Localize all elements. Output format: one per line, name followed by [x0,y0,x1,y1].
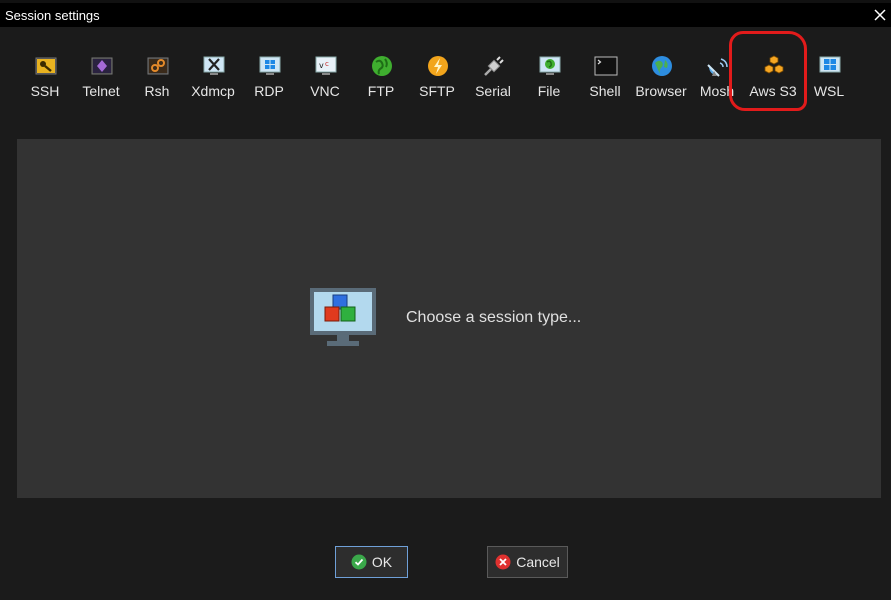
mosh-satellite-icon [707,58,728,77]
shell-terminal-icon [594,56,618,76]
ftp-globe-icon [372,56,392,76]
serial-plug-icon [484,56,504,76]
session-type-ftp[interactable]: FTP [353,49,409,103]
telnet-icon [91,57,113,75]
session-type-ssh[interactable]: SSH [17,49,73,103]
session-type-sftp[interactable]: SFTP [409,49,465,103]
ssh-key-icon [35,57,57,75]
ok-button-label: OK [371,554,393,570]
session-type-xdmcp[interactable]: Xdmcp [185,49,241,103]
session-type-rsh[interactable]: Rsh [129,49,185,103]
cancel-button[interactable]: Cancel [487,546,568,578]
ok-button[interactable]: OK [335,546,408,578]
session-type-aws-s3[interactable]: Aws S3 [745,49,801,103]
svg-text:c: c [325,60,329,68]
check-icon [351,554,367,570]
vnc-icon: v c [315,56,337,75]
window-title: Session settings [5,8,100,23]
close-button[interactable] [869,3,891,27]
cancel-button-label: Cancel [516,554,560,570]
browser-globe-icon [652,56,672,76]
file-icon [539,56,561,75]
rsh-icon [147,57,169,75]
session-monitor-cubes-icon [310,288,376,346]
session-details-panel: Choose a session type... [17,139,881,498]
sftp-icon [428,56,448,76]
session-type-vnc[interactable]: v c VNC [297,49,353,103]
session-type-file[interactable]: File [521,49,577,103]
xdmcp-icon [203,56,225,75]
session-type-shell[interactable]: Shell [577,49,633,103]
aws-s3-cubes-icon [764,55,784,74]
session-type-toolbar: SSH Telnet Rsh Xdmcp RDP v c VNC FTP SFT… [0,27,891,117]
svg-text:v: v [319,61,324,70]
session-type-telnet[interactable]: Telnet [73,49,129,103]
title-bar: Session settings [0,3,891,27]
session-type-rdp[interactable]: RDP [241,49,297,103]
session-type-serial[interactable]: Serial [465,49,521,103]
choose-session-prompt: Choose a session type... [406,309,582,326]
session-type-browser[interactable]: Browser [633,49,689,103]
session-type-mosh[interactable]: Mosh [689,49,745,103]
wsl-windows-icon [819,56,841,73]
session-type-wsl-label: WSL [813,83,845,99]
rdp-icon [259,56,281,75]
session-type-wsl[interactable]: WSL [801,49,857,103]
close-icon [874,9,886,21]
cancel-x-icon [495,554,511,570]
